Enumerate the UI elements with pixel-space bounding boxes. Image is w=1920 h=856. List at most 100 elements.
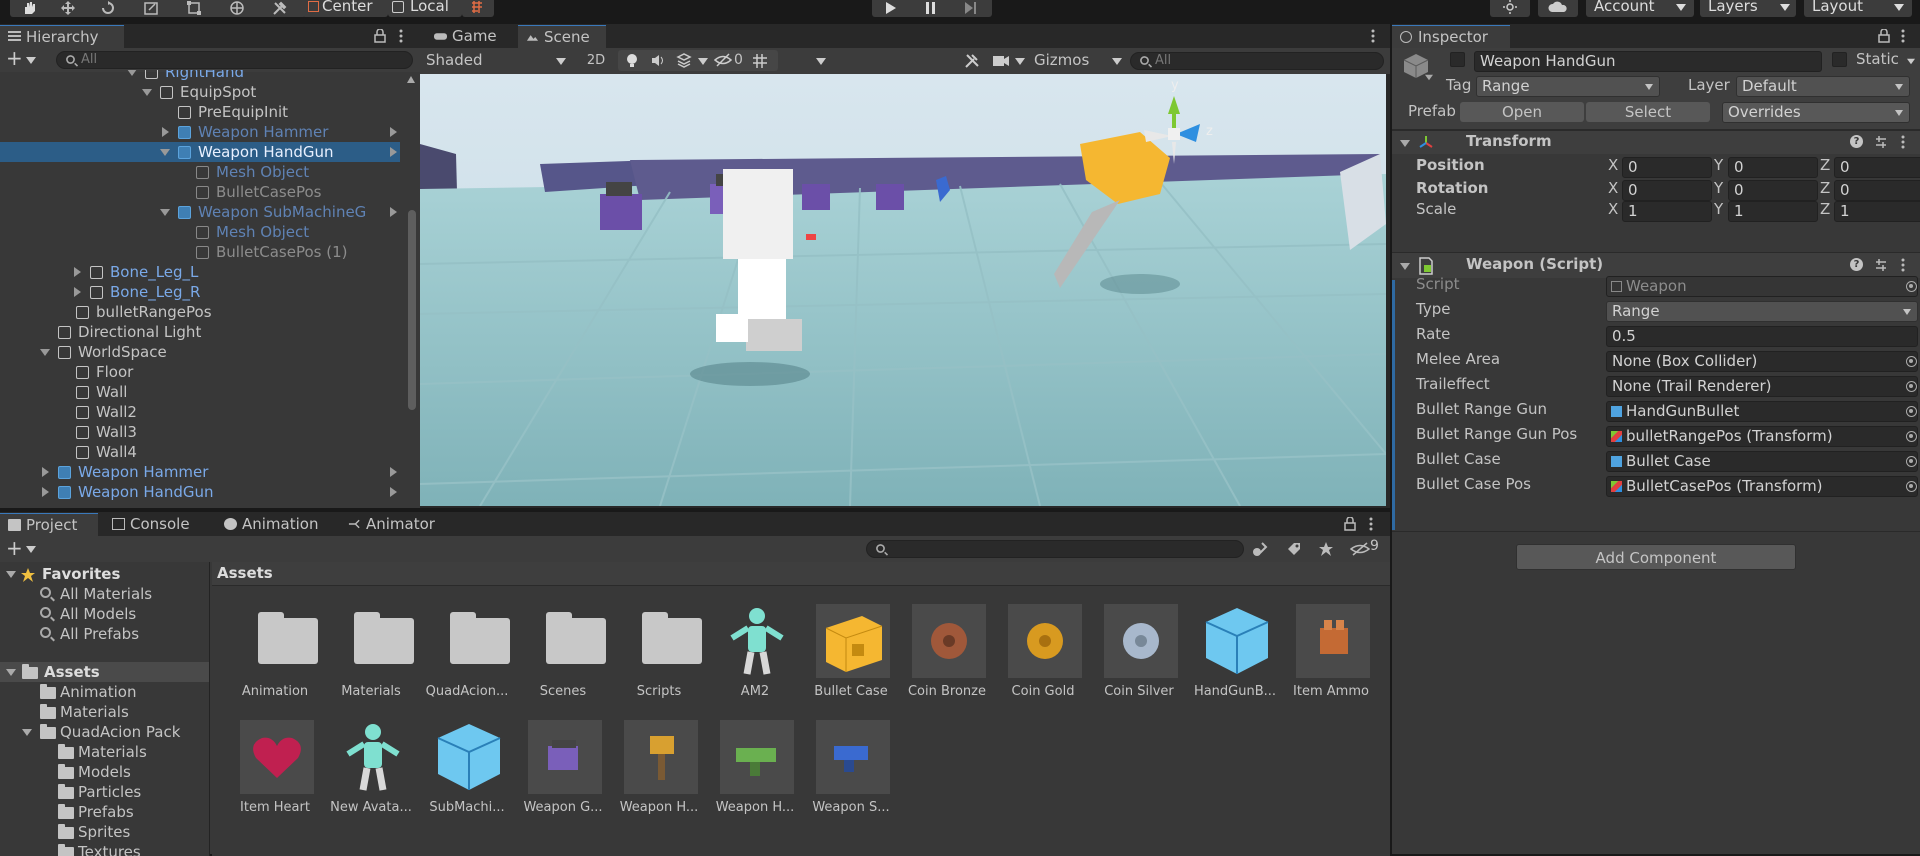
prefab-overrides-dropdown[interactable]: Overrides [1722, 102, 1910, 123]
2d-toggle[interactable]: 2D [582, 50, 610, 71]
foldout-icon[interactable] [42, 487, 49, 497]
tab-animator[interactable]: Animator [340, 513, 450, 536]
hierarchy-item[interactable]: Floor [0, 362, 400, 382]
pivot-toggle[interactable]: Center [302, 0, 388, 17]
asset-item[interactable]: Animation [229, 604, 319, 704]
weapon-script-header[interactable]: Weapon (Script) ? [1392, 252, 1920, 278]
hierarchy-item[interactable]: EquipSpot [0, 82, 400, 102]
hierarchy-item[interactable]: Weapon HandGun [0, 482, 400, 502]
asset-item[interactable]: Materials [325, 604, 415, 704]
tab-console[interactable]: Console [104, 513, 204, 536]
grid-icon[interactable] [752, 53, 768, 68]
object-name-field[interactable]: Weapon HandGun [1474, 51, 1822, 72]
hierarchy-item[interactable]: WorldSpace [0, 342, 400, 362]
asset-item[interactable]: New Avata... [325, 720, 415, 820]
foldout-icon[interactable] [127, 70, 137, 76]
axis-label[interactable]: Z [1820, 179, 1830, 197]
hierarchy-item[interactable]: Mesh Object [0, 222, 400, 242]
account-dropdown[interactable]: Account [1586, 0, 1694, 17]
chevron-down-icon[interactable] [816, 58, 826, 65]
component-menu-icon[interactable] [1900, 258, 1906, 272]
transform-scale-x-field[interactable]: 1 [1622, 201, 1712, 222]
preset-icon[interactable] [1874, 135, 1888, 149]
axis-label[interactable]: X [1608, 156, 1618, 174]
foldout-icon[interactable] [74, 267, 81, 277]
open-prefab-icon[interactable] [390, 147, 397, 157]
asset-item[interactable]: Coin Bronze [901, 604, 991, 704]
foldout-icon[interactable] [74, 287, 81, 297]
foldout-icon[interactable] [142, 89, 152, 96]
scrollbar-thumb[interactable] [408, 210, 416, 410]
hierarchy-item[interactable]: Mesh Object [0, 162, 400, 182]
foldout-icon[interactable] [6, 571, 16, 578]
shading-mode-dropdown[interactable]: Shaded [422, 50, 572, 71]
hierarchy-item[interactable]: Wall4 [0, 442, 400, 462]
favorites-item[interactable]: All Models [0, 604, 209, 624]
asset-item[interactable]: QuadAcion... [421, 604, 511, 704]
hierarchy-item[interactable]: Bone_Leg_L [0, 262, 400, 282]
favorites-item[interactable]: All Prefabs [0, 624, 209, 644]
hierarchy-item[interactable]: Weapon HandGun [0, 142, 400, 162]
open-prefab-icon[interactable] [390, 487, 397, 497]
foldout-icon[interactable] [42, 467, 49, 477]
hierarchy-item[interactable]: PreEquipInit [0, 102, 400, 122]
foldout-icon[interactable] [160, 209, 170, 216]
add-icon[interactable]: + [6, 46, 23, 70]
create-icon[interactable]: + [6, 536, 23, 560]
foldout-icon[interactable] [1400, 263, 1410, 270]
lock-icon[interactable] [1344, 517, 1356, 531]
hierarchy-item[interactable]: bulletRangePos [0, 302, 400, 322]
tab-inspector[interactable]: Inspector [1392, 25, 1510, 48]
breadcrumb[interactable]: Assets [217, 564, 273, 582]
transform-scale-z-field[interactable]: 1 [1834, 201, 1920, 222]
play-icon[interactable] [884, 1, 898, 15]
camera-icon[interactable] [992, 53, 1010, 69]
transform-header[interactable]: Transform ? [1392, 130, 1920, 154]
transform-tool-icon[interactable] [229, 1, 245, 15]
axis-label[interactable]: X [1608, 179, 1618, 197]
asset-item[interactable]: Bullet Case [805, 604, 895, 704]
hierarchy-item[interactable]: Bone_Leg_R [0, 282, 400, 302]
help-icon[interactable]: ? [1850, 258, 1863, 271]
kebab-menu-icon[interactable] [1370, 29, 1376, 43]
lock-icon[interactable] [1878, 29, 1890, 43]
layout-dropdown[interactable]: Layout [1804, 0, 1912, 17]
asset-item[interactable]: Scenes [517, 604, 607, 704]
prefab-open-button[interactable]: Open [1460, 102, 1584, 122]
hand-tool-icon[interactable] [22, 1, 38, 15]
kebab-menu-icon[interactable] [398, 29, 404, 43]
asset-item[interactable]: SubMachi... [421, 720, 511, 820]
chevron-down-icon[interactable] [1015, 58, 1025, 65]
script-field-bullet-case-pos[interactable]: BulletCasePos (Transform) [1606, 476, 1918, 497]
asset-item[interactable]: Weapon H... [709, 720, 799, 820]
component-menu-icon[interactable] [1900, 135, 1906, 149]
folder-tree-item[interactable]: Particles [0, 782, 209, 802]
axis-label[interactable]: Y [1714, 179, 1723, 197]
axis-label[interactable]: Y [1714, 200, 1723, 218]
chevron-down-icon[interactable] [698, 58, 708, 65]
object-picker-icon[interactable] [1906, 381, 1917, 392]
chevron-down-icon[interactable] [1907, 58, 1915, 65]
asset-item[interactable]: Coin Gold [997, 604, 1087, 704]
hierarchy-item[interactable]: Wall2 [0, 402, 400, 422]
axis-label[interactable]: Z [1820, 156, 1830, 174]
transform-scale-y-field[interactable]: 1 [1728, 201, 1818, 222]
hidden-eye-icon[interactable] [714, 53, 732, 68]
hierarchy-item[interactable]: Weapon Hammer [0, 462, 400, 482]
scale-tool-icon[interactable] [143, 1, 159, 15]
add-component-button[interactable]: Add Component [1516, 544, 1796, 570]
folder-tree-item[interactable]: Models [0, 762, 209, 782]
hierarchy-item[interactable]: Directional Light [0, 322, 400, 342]
layer-dropdown[interactable]: Default [1736, 76, 1910, 97]
open-prefab-icon[interactable] [390, 467, 397, 477]
search-by-type-icon[interactable] [1252, 541, 1268, 557]
prefab-select-button[interactable]: Select [1586, 102, 1710, 122]
script-field-bullet-range-gun-pos[interactable]: bulletRangePos (Transform) [1606, 426, 1918, 447]
rect-tool-icon[interactable] [186, 1, 202, 15]
lock-icon[interactable] [374, 29, 386, 43]
hierarchy-item[interactable]: BulletCasePos (1) [0, 242, 400, 262]
chevron-down-icon[interactable] [26, 57, 36, 64]
hierarchy-item[interactable]: Wall [0, 382, 400, 402]
script-field-type[interactable]: Range [1606, 301, 1918, 322]
tools-icon[interactable] [964, 53, 980, 69]
